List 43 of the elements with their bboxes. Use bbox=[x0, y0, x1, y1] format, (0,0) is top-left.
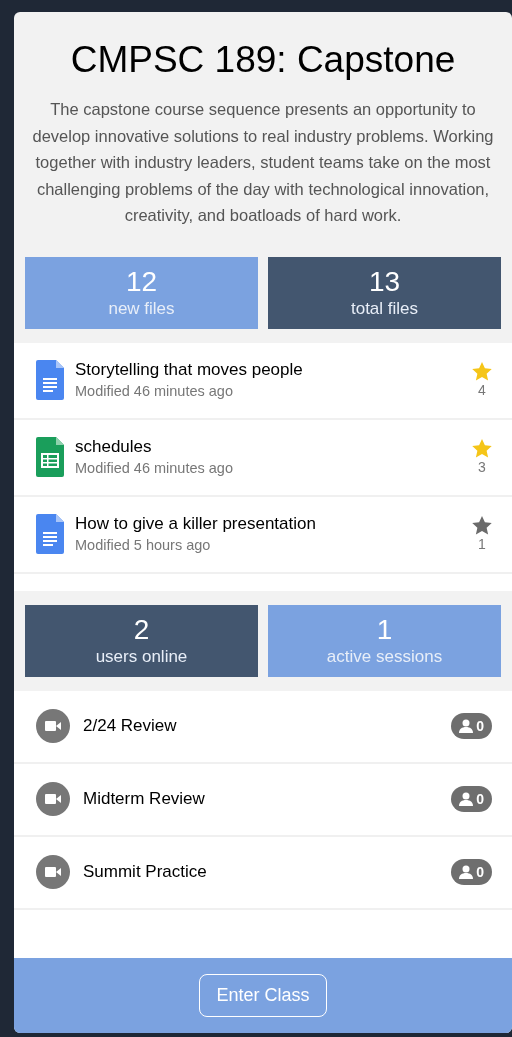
stat-label: new files bbox=[108, 297, 175, 320]
stat-value: 12 bbox=[125, 265, 158, 298]
file-name: Storytelling that moves people bbox=[75, 359, 304, 381]
video-camera-icon bbox=[36, 855, 70, 889]
user-icon bbox=[459, 865, 474, 879]
file-name: schedules bbox=[75, 436, 153, 458]
course-title: CMPSC 189: Capstone bbox=[69, 38, 457, 82]
session-name: Summit Practice bbox=[83, 861, 208, 884]
star-icon[interactable] bbox=[472, 361, 492, 381]
document-icon bbox=[36, 360, 64, 400]
video-camera-icon bbox=[36, 709, 70, 743]
star-icon[interactable] bbox=[472, 515, 492, 535]
file-row[interactable]: schedules Modified 46 minutes ago 3 bbox=[14, 419, 512, 497]
session-name: Midterm Review bbox=[83, 788, 206, 811]
stat-value: 1 bbox=[376, 613, 393, 646]
file-row[interactable]: Storytelling that moves people Modified 46 minutes ago 4 bbox=[14, 342, 512, 420]
user-icon bbox=[459, 792, 474, 806]
user-icon bbox=[459, 719, 474, 733]
stat-value: 2 bbox=[133, 613, 150, 646]
stat-value: 13 bbox=[368, 265, 401, 298]
file-modified: Modified 46 minutes ago bbox=[75, 382, 234, 401]
user-count: 0 bbox=[476, 862, 484, 882]
stat-label: active sessions bbox=[326, 645, 443, 668]
video-camera-icon bbox=[36, 782, 70, 816]
file-modified: Modified 5 hours ago bbox=[75, 536, 212, 555]
star-count: 3 bbox=[478, 457, 486, 476]
user-count: 0 bbox=[476, 789, 484, 809]
session-name: 2/24 Review bbox=[83, 715, 178, 738]
stat-label: total files bbox=[350, 297, 419, 320]
spreadsheet-icon bbox=[36, 437, 64, 477]
file-modified: Modified 46 minutes ago bbox=[75, 459, 234, 478]
stat-label: users online bbox=[95, 645, 188, 668]
star-count: 4 bbox=[478, 380, 486, 399]
document-icon bbox=[36, 514, 64, 554]
star-icon[interactable] bbox=[472, 438, 492, 458]
session-row[interactable]: Summit Practice 0 bbox=[14, 836, 512, 910]
session-row[interactable]: 2/24 Review 0 bbox=[14, 690, 512, 764]
course-description: The capstone course sequence presents an opportunity to develop innovative solutions to real industry problems. Working together with industry leaders, student teams take on the most challenging problems of the day with technological innovation, creativity, and boatloads of hard work. bbox=[31, 99, 495, 226]
file-name: How to give a killer presentation bbox=[75, 513, 317, 535]
user-count: 0 bbox=[476, 716, 484, 736]
star-count: 1 bbox=[478, 534, 486, 553]
session-row[interactable]: Midterm Review 0 bbox=[14, 763, 512, 837]
file-row[interactable]: How to give a killer presentation Modified 5 hours ago 1 bbox=[14, 496, 512, 574]
